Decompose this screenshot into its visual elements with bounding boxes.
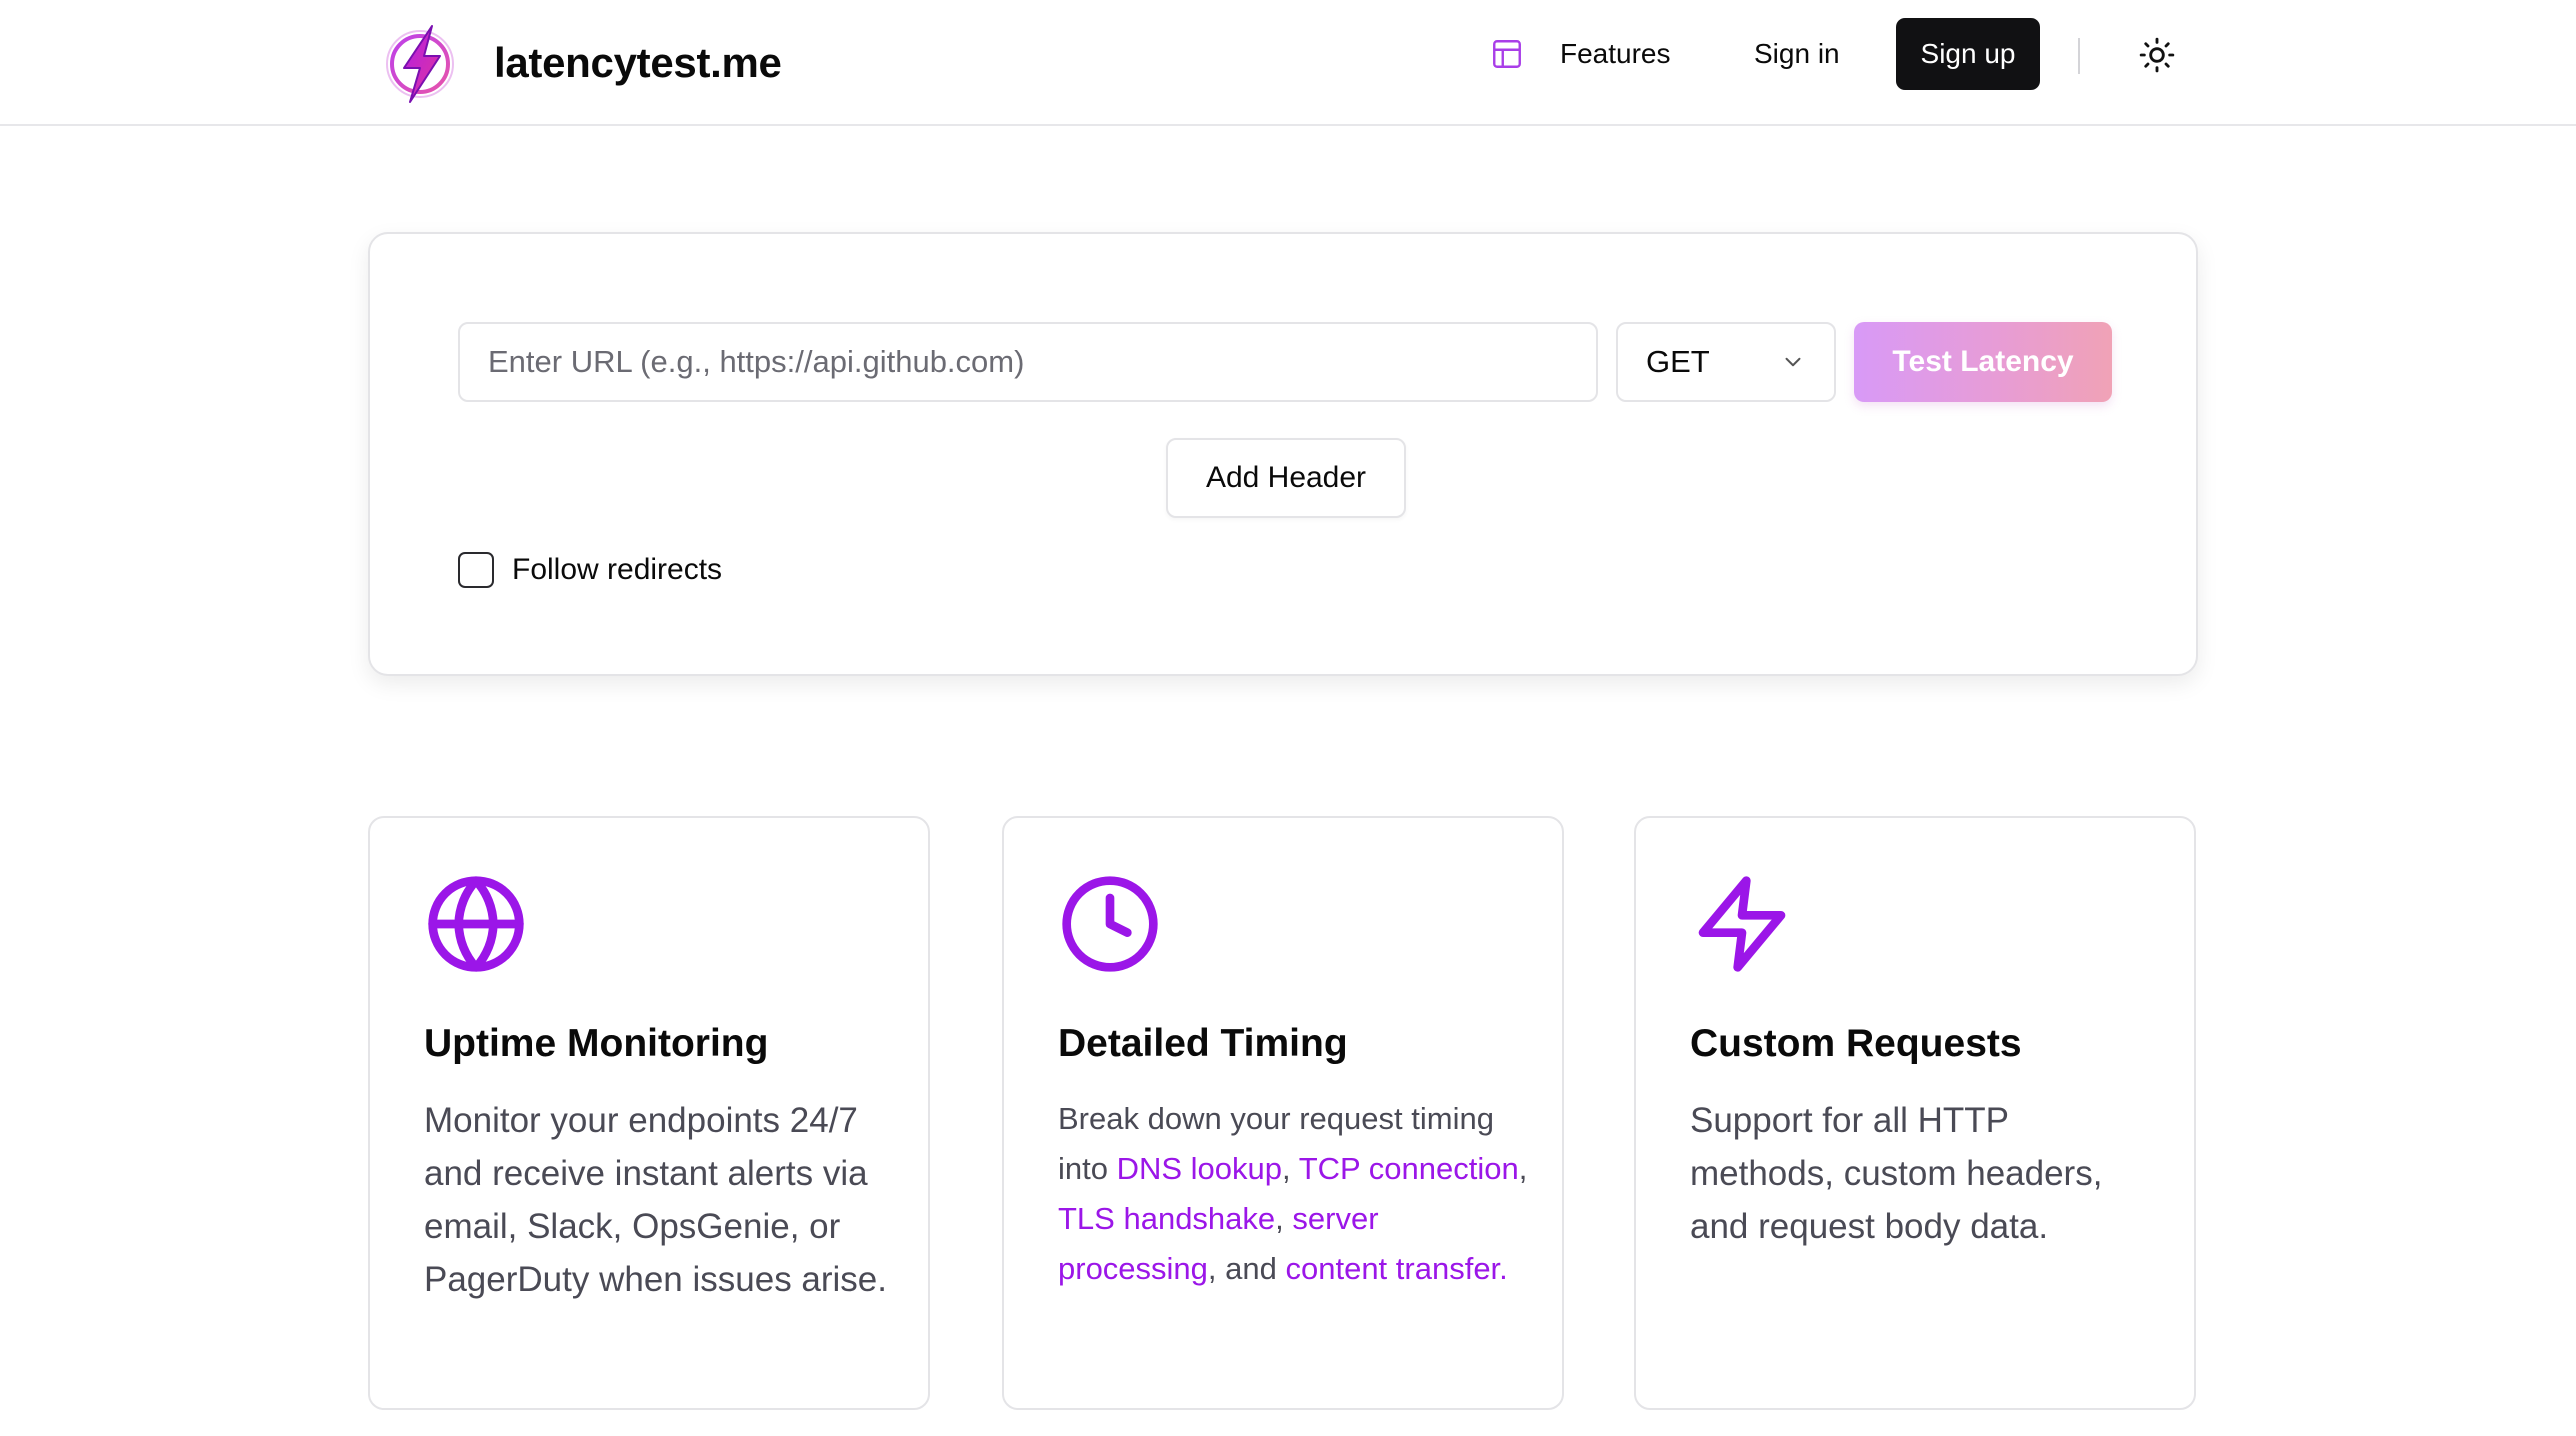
desc-end: .	[1499, 1251, 1508, 1286]
desc-sep: ,	[1275, 1201, 1292, 1236]
add-header-button[interactable]: Add Header	[1166, 438, 1406, 518]
follow-redirects-label: Follow redirects	[512, 553, 722, 587]
top-nav: latencytest.me Features Sign in Sign up	[0, 0, 2576, 126]
feature-title: Custom Requests	[1690, 1022, 2022, 1066]
desc-sep: ,	[1282, 1151, 1299, 1186]
tls-handshake-highlight: TLS handshake	[1058, 1201, 1275, 1236]
feature-title: Uptime Monitoring	[424, 1022, 768, 1066]
feature-description: Support for all HTTP methods, custom hea…	[1690, 1094, 2160, 1253]
lightning-bolt-logo-icon	[382, 20, 460, 106]
desc-sep: , and	[1208, 1251, 1286, 1286]
dns-lookup-highlight: DNS lookup	[1117, 1151, 1282, 1186]
url-input[interactable]	[458, 322, 1598, 402]
zap-icon	[1690, 872, 1794, 976]
feature-card-uptime: Uptime Monitoring Monitor your endpoints…	[368, 816, 930, 1410]
sign-in-link[interactable]: Sign in	[1754, 18, 1840, 90]
follow-redirects-row[interactable]: Follow redirects	[458, 550, 722, 590]
page: latencytest.me Features Sign in Sign up	[0, 0, 2576, 1436]
feature-description: Monitor your endpoints 24/7 and receive …	[424, 1094, 894, 1306]
feature-description: Break down your request timing into DNS …	[1058, 1094, 1528, 1294]
method-select[interactable]: GET	[1616, 322, 1836, 402]
follow-redirects-checkbox[interactable]	[458, 552, 494, 588]
method-value: GET	[1646, 344, 1710, 380]
brand-link[interactable]: latencytest.me	[382, 10, 782, 116]
layout-icon	[1490, 37, 1524, 71]
sign-up-button[interactable]: Sign up	[1896, 18, 2040, 90]
test-latency-button[interactable]: Test Latency	[1854, 322, 2112, 402]
feature-card-timing: Detailed Timing Break down your request …	[1002, 816, 1564, 1410]
desc-sep: ,	[1519, 1151, 1528, 1186]
sun-icon[interactable]	[2138, 36, 2176, 74]
clock-icon	[1058, 872, 1162, 976]
feature-title: Detailed Timing	[1058, 1022, 1348, 1066]
content-transfer-highlight: content transfer	[1285, 1251, 1499, 1286]
globe-icon	[424, 872, 528, 976]
chevron-down-icon	[1780, 349, 1806, 375]
latency-test-card: GET Test Latency Add Header Follow redir…	[368, 232, 2198, 676]
nav-features[interactable]: Features	[1490, 18, 1671, 90]
brand-name: latencytest.me	[494, 39, 782, 87]
tcp-connection-highlight: TCP connection	[1299, 1151, 1519, 1186]
nav-divider	[2078, 38, 2080, 74]
nav-features-label: Features	[1560, 38, 1671, 70]
feature-card-custom: Custom Requests Support for all HTTP met…	[1634, 816, 2196, 1410]
sign-in-label: Sign in	[1754, 38, 1840, 70]
